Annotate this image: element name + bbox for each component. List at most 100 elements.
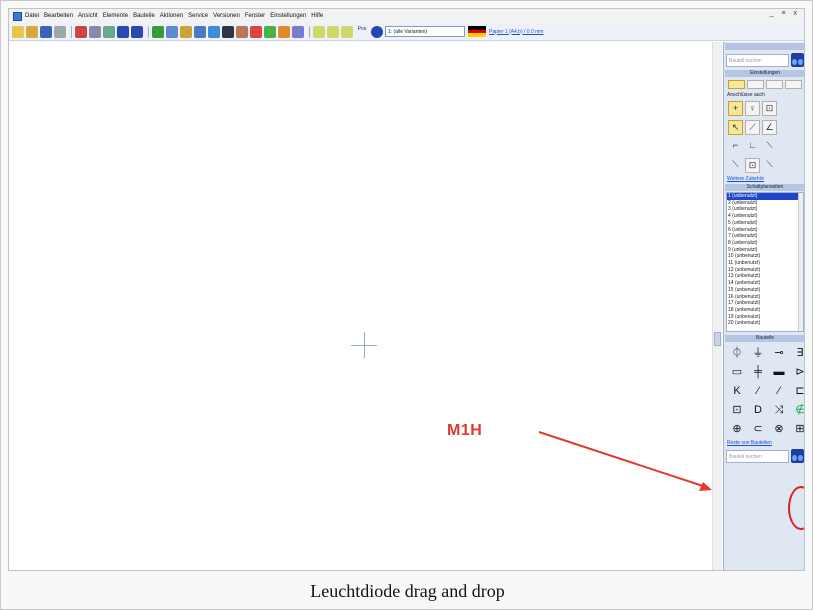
parts-more-link[interactable]: Reste von Bauteilen: [727, 440, 803, 446]
page-prev-icon[interactable]: [313, 25, 325, 38]
list-item[interactable]: 7 (unbenutzt): [727, 233, 803, 240]
list-item[interactable]: 6 (unbenutzt): [727, 227, 803, 234]
wire-label-icon[interactable]: ⊡: [745, 158, 760, 173]
page-next-icon[interactable]: [341, 25, 353, 38]
paste-icon[interactable]: [103, 25, 115, 38]
menu-item-elemente[interactable]: Elemente: [103, 13, 128, 19]
part-icon[interactable]: ⁄: [770, 383, 788, 399]
menu-item-bauteile[interactable]: Bauteile: [133, 13, 155, 19]
binoculars-icon[interactable]: [222, 25, 234, 38]
pointer-tool-icon[interactable]: ↖: [728, 120, 743, 135]
menu-item-hilfe[interactable]: Hilfe: [311, 13, 323, 19]
list-item[interactable]: 18 (unbenutzt): [727, 307, 803, 314]
part-icon[interactable]: ▭: [728, 364, 746, 380]
cross-tool-icon[interactable]: +: [728, 101, 743, 116]
part-icon[interactable]: ⊳: [791, 364, 804, 380]
part-icon[interactable]: ▬: [770, 364, 788, 380]
wire-diagonal-icon[interactable]: ⟍: [762, 158, 777, 173]
german-flag-icon[interactable]: [468, 26, 486, 38]
wire-corner-icon[interactable]: ∟: [745, 139, 760, 154]
list-item[interactable]: 14 (unbenutzt): [727, 280, 803, 287]
binoculars-icon[interactable]: [791, 449, 804, 463]
bottom-search-input[interactable]: Bauteil suchen: [726, 449, 789, 463]
angle-tool-icon[interactable]: ∠: [762, 120, 777, 135]
page-format-link[interactable]: Papier 1 (A4,b) / 0.0 mm: [489, 29, 543, 35]
part-icon[interactable]: ⊗: [770, 421, 788, 437]
list-item[interactable]: 3 (unbenutzt): [727, 206, 803, 213]
part-icon[interactable]: ⊂: [749, 421, 767, 437]
part-icon[interactable]: ⊕: [728, 421, 746, 437]
list-item[interactable]: 9 (unbenutzt): [727, 247, 803, 254]
new-icon[interactable]: [12, 25, 24, 38]
part-icon[interactable]: ⊏: [791, 383, 804, 399]
list-item[interactable]: 15 (unbenutzt): [727, 287, 803, 294]
scrollbar-thumb[interactable]: [714, 332, 721, 346]
undo-icon[interactable]: [117, 25, 129, 38]
list-item[interactable]: 19 (unbenutzt): [727, 314, 803, 321]
info-icon[interactable]: [371, 25, 383, 38]
page-list[interactable]: 1 (unbenutzt) 2 (unbenutzt) 3 (unbenutzt…: [726, 192, 804, 332]
list-item[interactable]: 5 (unbenutzt): [727, 220, 803, 227]
list-scrollbar[interactable]: [798, 193, 803, 331]
list-item[interactable]: 2 (unbenutzt): [727, 200, 803, 207]
led-part-icon[interactable]: ∉: [791, 402, 804, 418]
part-icon[interactable]: ⊡: [728, 402, 746, 418]
component-icon[interactable]: [250, 25, 262, 38]
part-icon[interactable]: ╪: [749, 364, 767, 380]
part-icon[interactable]: ⏀: [728, 345, 746, 361]
menu-item-bearbeiten[interactable]: Bearbeiten: [44, 13, 73, 19]
menu-item-versionen[interactable]: Versionen: [213, 13, 240, 19]
window-controls[interactable]: _ ≡ x: [770, 10, 800, 17]
list-item[interactable]: 4 (unbenutzt): [727, 213, 803, 220]
line-tool-icon[interactable]: ⟋: [745, 120, 760, 135]
part-icon[interactable]: ⤨: [770, 402, 788, 418]
rotate-icon[interactable]: [208, 25, 220, 38]
menu-item-ansicht[interactable]: Ansicht: [78, 13, 98, 19]
pin-style-icon[interactable]: [766, 80, 783, 89]
pin-style-icon[interactable]: [728, 80, 745, 89]
wire-icon[interactable]: [236, 25, 248, 38]
label-icon[interactable]: [264, 25, 276, 38]
menu-item-einstellungen[interactable]: Einstellungen: [270, 13, 306, 19]
page-icon[interactable]: [327, 25, 339, 38]
part-icon[interactable]: ⏚: [749, 345, 767, 361]
variant-select[interactable]: 1: (alle Varianten): [385, 26, 465, 37]
menu-item-service[interactable]: Service: [188, 13, 208, 19]
grid-icon[interactable]: [152, 25, 164, 38]
copy-icon[interactable]: [89, 25, 101, 38]
part-icon[interactable]: D: [749, 402, 767, 418]
wire-corner-icon[interactable]: ⌐: [728, 139, 743, 154]
hand-icon[interactable]: [180, 25, 192, 38]
search-input[interactable]: Bauteil suchen: [726, 53, 789, 67]
pencil-icon[interactable]: [278, 25, 290, 38]
probe-tool-icon[interactable]: ♀: [745, 101, 760, 116]
pos-label[interactable]: Pos: [355, 26, 369, 38]
weitere-zubehoer-link[interactable]: Weitere Zubehör: [727, 176, 803, 182]
part-icon[interactable]: K: [728, 383, 746, 399]
part-icon[interactable]: ⊸: [770, 345, 788, 361]
wire-diagonal-icon[interactable]: ⟍: [728, 158, 743, 173]
schematic-canvas[interactable]: M1H: [9, 42, 712, 570]
list-item[interactable]: 17 (unbenutzt): [727, 300, 803, 307]
redo-icon[interactable]: [131, 25, 143, 38]
open-folder-icon[interactable]: [26, 25, 38, 38]
wire-diagonal-icon[interactable]: ⟍: [762, 139, 777, 154]
binoculars-icon[interactable]: [791, 53, 804, 67]
move-icon[interactable]: [194, 25, 206, 38]
menu-item-fenster[interactable]: Fenster: [245, 13, 265, 19]
anschluesse-checkbox-label[interactable]: Anschlüsse auch: [727, 92, 803, 98]
menu-item-datei[interactable]: Datei: [25, 13, 39, 19]
list-item[interactable]: 20 (unbenutzt): [727, 320, 803, 327]
list-item[interactable]: 1 (unbenutzt): [727, 193, 803, 200]
part-icon[interactable]: ⁄: [749, 383, 767, 399]
measure-icon[interactable]: [292, 25, 304, 38]
list-item[interactable]: 12 (unbenutzt): [727, 267, 803, 274]
canvas-scrollbar[interactable]: [712, 42, 722, 570]
pin-style-icon[interactable]: [747, 80, 764, 89]
part-icon[interactable]: ∃: [791, 345, 804, 361]
pin-style-icon[interactable]: [785, 80, 802, 89]
list-item[interactable]: 10 (unbenutzt): [727, 253, 803, 260]
zoom-icon[interactable]: [166, 25, 178, 38]
cut-icon[interactable]: [75, 25, 87, 38]
save-icon[interactable]: [40, 25, 52, 38]
